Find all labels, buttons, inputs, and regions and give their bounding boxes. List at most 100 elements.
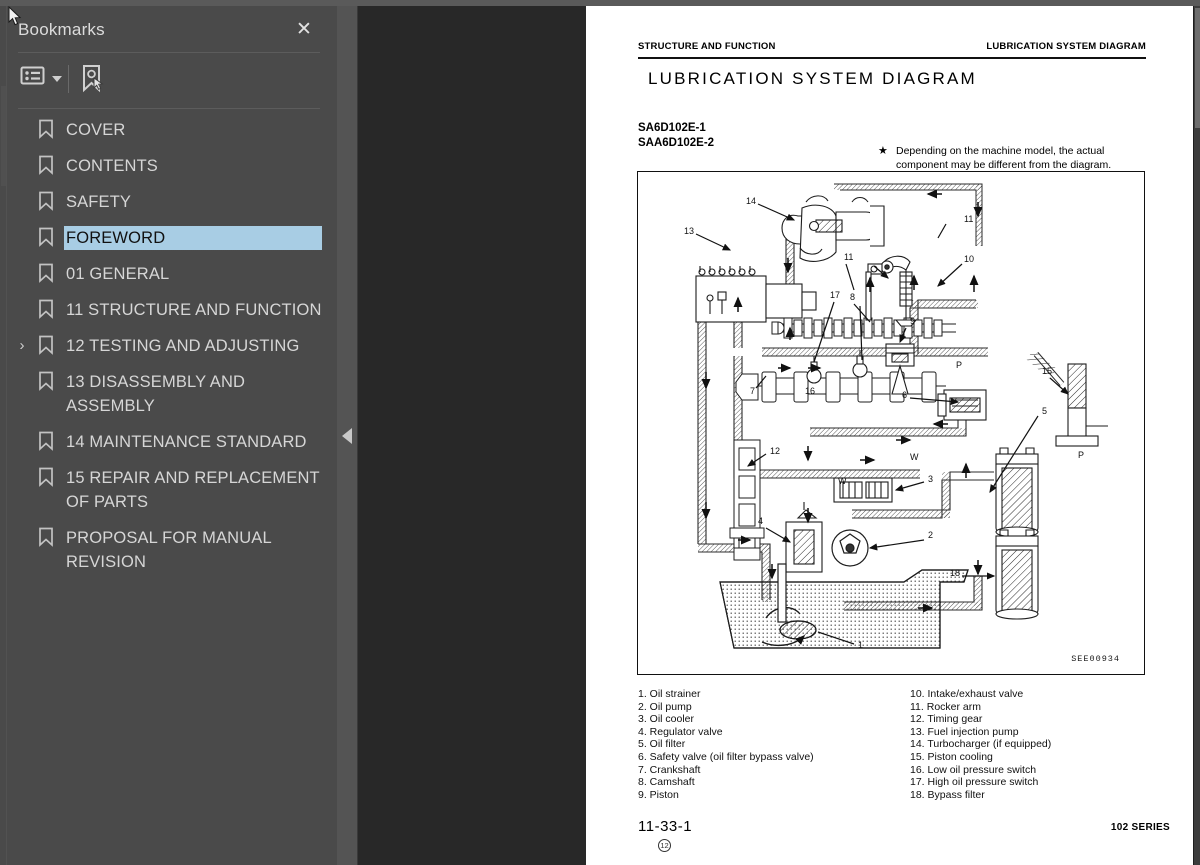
bookmark-item-label: CONTENTS	[66, 157, 158, 175]
bookmark-icon	[37, 191, 55, 211]
lubrication-diagram-svg: 14 13 11 11 10 8 9 17 16 7 12 6 3 4 2 1 …	[684, 183, 1108, 650]
panel-collapse-strip[interactable]	[337, 6, 358, 865]
callout-18: 18	[950, 568, 960, 578]
chevron-down-icon	[52, 75, 62, 82]
callout-10: 10	[964, 254, 974, 264]
bookmark-item-label: 13 DISASSEMBLY AND ASSEMBLY	[66, 373, 246, 415]
legend-item: 6. Safety valve (oil filter bypass valve…	[638, 750, 814, 763]
legend-item: 11. Rocker arm	[910, 700, 981, 713]
bookmark-item-safety[interactable]: SAFETY	[0, 184, 337, 220]
toolbar-separator	[68, 65, 69, 93]
callout-3: 3	[928, 474, 933, 484]
callout-p2: P	[1078, 450, 1084, 460]
bookmark-item-15-repair-and-replacement-of-parts[interactable]: 15 REPAIR AND REPLACEMENT OF PARTS	[0, 460, 337, 520]
bookmark-item-14-maintenance-standard[interactable]: 14 MAINTENANCE STANDARD	[0, 424, 337, 460]
bookmark-item-proposal-for-manual-revision[interactable]: PROPOSAL FOR MANUAL REVISION	[0, 520, 337, 580]
legend-item: 15. Piston cooling	[910, 750, 993, 763]
callout-2: 2	[928, 530, 933, 540]
bookmarks-panel-header: Bookmarks ✕	[0, 6, 337, 52]
bookmark-item-label: PROPOSAL FOR MANUAL REVISION	[66, 529, 272, 571]
running-head-right: LUBRICATION SYSTEM DIAGRAM	[986, 41, 1146, 52]
callout-6: 6	[902, 390, 907, 400]
series-label: 102 SERIES	[1110, 822, 1170, 833]
bookmark-item-label: 14 MAINTENANCE STANDARD	[66, 433, 307, 451]
bookmark-item-label: 15 REPAIR AND REPLACEMENT OF PARTS	[66, 469, 320, 511]
callout-w1: W	[910, 452, 919, 462]
callout-9: 9	[910, 316, 915, 326]
bookmark-icon	[37, 371, 55, 391]
legend-item: 4. Regulator valve	[638, 725, 723, 738]
callout-11b: 11	[964, 214, 973, 224]
figure-legend: 1. Oil strainer 2. Oil pump 3. Oil coole…	[638, 688, 1146, 808]
engine-model-2: SAA6D102E-2	[638, 137, 715, 149]
bookmark-options-button[interactable]	[20, 65, 62, 92]
revision-mark: 12	[658, 839, 671, 852]
legend-item: 1. Oil strainer	[638, 688, 701, 700]
bookmark-icon	[37, 527, 55, 547]
legend-item: 8. Camshaft	[638, 776, 695, 789]
bookmark-item-cover[interactable]: COVER	[0, 112, 337, 148]
list-options-icon	[20, 65, 46, 92]
bookmark-icon	[37, 431, 55, 451]
bookmark-item-label: 11 STRUCTURE AND FUNCTION	[66, 301, 322, 319]
callout-15: 15	[1042, 366, 1052, 376]
bookmark-item-11-structure-and-function[interactable]: 11 STRUCTURE AND FUNCTION	[0, 292, 337, 328]
bookmark-icon	[37, 263, 55, 283]
callout-7: 7	[750, 386, 755, 396]
collapse-panel-icon[interactable]	[342, 428, 352, 444]
callout-4: 4	[758, 516, 763, 526]
callout-16: 16	[805, 386, 815, 396]
close-icon[interactable]: ✕	[293, 19, 315, 41]
callout-p1: P	[956, 360, 962, 370]
document-page: STRUCTURE AND FUNCTION LUBRICATION SYSTE…	[586, 6, 1194, 865]
legend-column-right: 10. Intake/exhaust valve 11. Rocker arm …	[910, 688, 1146, 801]
legend-item: 3. Oil cooler	[638, 713, 695, 726]
star-icon: ★	[878, 145, 888, 157]
page-note-text: Depending on the machine model, the actu…	[896, 145, 1112, 171]
legend-item: 7. Crankshaft	[638, 763, 701, 776]
document-viewer[interactable]: STRUCTURE AND FUNCTION LUBRICATION SYSTE…	[358, 6, 1200, 865]
bookmark-item-label: 01 GENERAL	[66, 265, 170, 283]
callout-w2: W	[838, 476, 847, 486]
bookmark-item-01-general[interactable]: 01 GENERAL	[0, 256, 337, 292]
viewer-scrollbar[interactable]	[1193, 6, 1200, 865]
legend-item: 16. Low oil pressure switch	[910, 763, 1037, 776]
bookmark-icon	[37, 155, 55, 175]
figure-code: SEE00934	[1071, 654, 1120, 664]
legend-item: 12. Timing gear	[910, 713, 983, 726]
legend-column-left: 1. Oil strainer 2. Oil pump 3. Oil coole…	[638, 688, 888, 801]
page-running-head: STRUCTURE AND FUNCTION LUBRICATION SYSTE…	[638, 41, 1146, 59]
bookmark-icon	[37, 467, 55, 487]
panel-title: Bookmarks	[18, 20, 105, 39]
callout-11: 11	[844, 252, 853, 262]
legend-item: 9. Piston	[638, 788, 679, 801]
bookmark-item-foreword[interactable]: FOREWORD	[0, 220, 337, 256]
bookmark-item-contents[interactable]: CONTENTS	[0, 148, 337, 184]
page-title: LUBRICATION SYSTEM DIAGRAM	[648, 69, 977, 88]
legend-item: 10. Intake/exhaust valve	[910, 688, 1024, 700]
legend-item: 18. Bypass filter	[910, 788, 985, 801]
bookmark-item-label: SAFETY	[66, 193, 132, 211]
panel-divider-bottom	[18, 108, 320, 109]
engine-model-list: SA6D102E-1 SAA6D102E-2	[638, 121, 714, 151]
bookmarks-tree[interactable]: COVER CONTENTS SAFETY FOREWORD 01 GENERA…	[0, 112, 337, 852]
bookmark-item-label: FOREWORD	[63, 225, 323, 251]
chevron-right-icon[interactable]: ›	[14, 337, 30, 355]
running-head-left: STRUCTURE AND FUNCTION	[638, 41, 776, 52]
bookmark-add-icon	[78, 63, 108, 100]
bookmark-icon	[37, 227, 55, 247]
bookmark-item-12-testing-and-adjusting[interactable]: › 12 TESTING AND ADJUSTING	[0, 328, 337, 364]
bookmark-item-13-disassembly-and-assembly[interactable]: 13 DISASSEMBLY AND ASSEMBLY	[0, 364, 337, 424]
viewer-scrollbar-thumb[interactable]	[1195, 8, 1200, 128]
page-number: 11-33-1	[638, 818, 693, 835]
callout-14: 14	[746, 196, 756, 206]
lubrication-system-figure: 14 13 11 11 10 8 9 17 16 7 12 6 3 4 2 1 …	[637, 171, 1145, 675]
new-bookmark-button[interactable]	[78, 63, 108, 100]
page-note: ★ Depending on the machine model, the ac…	[878, 144, 1146, 172]
callout-13: 13	[684, 226, 694, 236]
callout-12: 12	[770, 446, 780, 456]
bookmark-icon	[37, 335, 55, 355]
callout-1: 1	[858, 640, 863, 650]
legend-item: 17. High oil pressure switch	[910, 776, 1039, 789]
pdf-reader-window: Bookmarks ✕ COVER CONTENTS SAFETY FOREWO…	[0, 0, 1200, 865]
